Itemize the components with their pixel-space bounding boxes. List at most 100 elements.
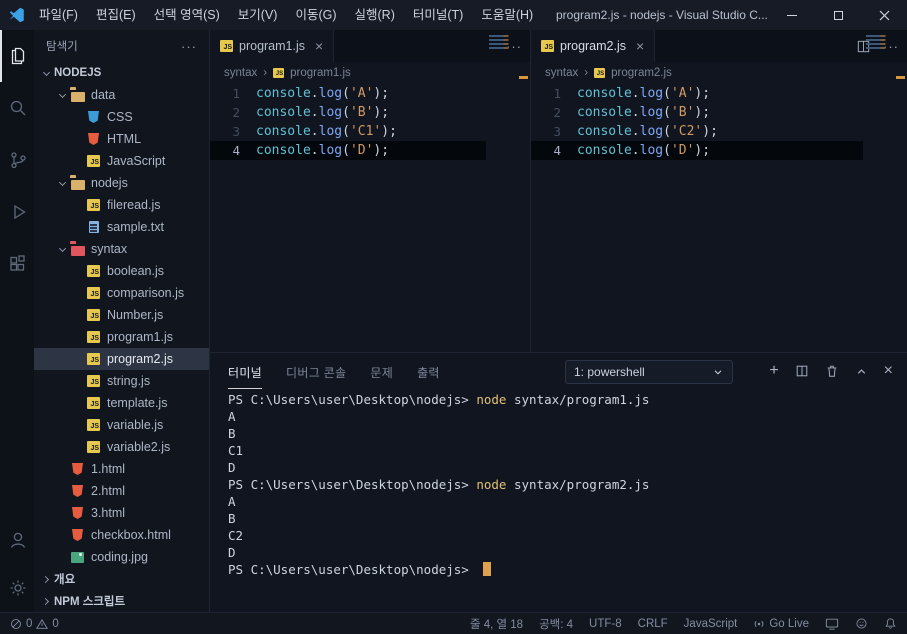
panel-tabs: 터미널 디버그 콘솔 문제 출력 bbox=[228, 354, 464, 389]
code-line[interactable]: 1 console. log('A'); bbox=[531, 84, 863, 103]
tree-item[interactable]: CSS bbox=[34, 106, 209, 128]
tree-item[interactable]: 3.html bbox=[34, 502, 209, 524]
minimize-button[interactable] bbox=[769, 0, 815, 30]
tree-item[interactable]: JS variable2.js bbox=[34, 436, 209, 458]
notifications-bell-icon[interactable] bbox=[884, 617, 897, 630]
tree-item[interactable]: NODEJS bbox=[34, 62, 209, 84]
code-line[interactable]: 3 console. log('C2'); bbox=[531, 122, 863, 141]
panel-tab[interactable]: 출력 bbox=[417, 354, 440, 389]
tab-close-icon[interactable]: × bbox=[636, 39, 644, 53]
panel-tab[interactable]: 디버그 콘솔 bbox=[286, 354, 346, 389]
eol-sequence[interactable]: CRLF bbox=[638, 618, 668, 630]
terminal-prompt: PS C:\Users\user\Desktop\nodejs> bbox=[228, 562, 477, 577]
maximize-panel-chevron-up-icon[interactable] bbox=[855, 365, 868, 378]
tree-item[interactable]: HTML bbox=[34, 128, 209, 150]
breadcrumb-folder[interactable]: syntax bbox=[545, 67, 578, 79]
token-object: console bbox=[577, 143, 632, 158]
menu-item[interactable]: 실행(R) bbox=[346, 0, 404, 30]
tree-item[interactable]: JS JavaScript bbox=[34, 150, 209, 172]
code-editor[interactable]: 1 console. log('A'); 2 console. log('B'); 3 con… bbox=[210, 84, 530, 352]
tab-program2[interactable]: JS program2.js × bbox=[531, 30, 656, 62]
menu-item[interactable]: 보기(V) bbox=[229, 0, 287, 30]
menu-item[interactable]: 이동(G) bbox=[286, 0, 345, 30]
problems-indicator[interactable]: 0 0 bbox=[10, 618, 59, 630]
close-button[interactable] bbox=[861, 0, 907, 30]
tree-item[interactable]: 개요 bbox=[34, 568, 209, 590]
account-icon[interactable] bbox=[0, 516, 34, 564]
terminal-panel: 터미널 디버그 콘솔 문제 출력 1: powershell + × PS C:\Us… bbox=[210, 352, 907, 612]
menu-item[interactable]: 파일(F) bbox=[30, 0, 87, 30]
code-line[interactable]: 3 console. log('C1'); bbox=[210, 122, 486, 141]
language-mode[interactable]: JavaScript bbox=[684, 618, 738, 630]
panel-tab[interactable]: 문제 bbox=[370, 354, 393, 389]
terminal-output[interactable]: PS C:\Users\user\Desktop\nodejs> node sy… bbox=[228, 391, 899, 608]
breadcrumb-file[interactable]: program2.js bbox=[611, 67, 672, 79]
go-live-button[interactable]: Go Live bbox=[753, 618, 809, 630]
tree-item[interactable]: JS boolean.js bbox=[34, 260, 209, 282]
breadcrumb[interactable]: syntax › JS program1.js bbox=[210, 62, 530, 84]
tree-item[interactable]: nodejs bbox=[34, 172, 209, 194]
code-line[interactable]: 2 console. log('B'); bbox=[210, 103, 486, 122]
code-line[interactable]: 2 console. log('B'); bbox=[531, 103, 863, 122]
cursor-position[interactable]: 줄 4, 열 18 bbox=[470, 616, 523, 632]
minimap[interactable] bbox=[866, 35, 892, 51]
tree-item[interactable]: JS comparison.js bbox=[34, 282, 209, 304]
tree-item[interactable]: JS fileread.js bbox=[34, 194, 209, 216]
encoding[interactable]: UTF-8 bbox=[589, 618, 622, 630]
tree-item[interactable]: 2.html bbox=[34, 480, 209, 502]
tree-item[interactable]: checkbox.html bbox=[34, 524, 209, 546]
kill-terminal-trash-icon[interactable] bbox=[825, 364, 839, 378]
code-line[interactable]: 1 console. log('A'); bbox=[210, 84, 486, 103]
menu-item[interactable]: 도움말(H) bbox=[472, 0, 542, 30]
editor-area: JS program1.js × ··· syntax › JS program… bbox=[210, 30, 907, 352]
extensions-icon[interactable] bbox=[0, 238, 34, 290]
tree-item[interactable]: syntax bbox=[34, 238, 209, 260]
close-panel-icon[interactable]: × bbox=[884, 363, 893, 379]
tree-item[interactable]: data bbox=[34, 84, 209, 106]
run-debug-icon[interactable] bbox=[0, 186, 34, 238]
tree-item-label: program1.js bbox=[107, 330, 173, 344]
split-terminal-icon[interactable] bbox=[795, 364, 809, 378]
code-line[interactable]: 4 console. log('D'); bbox=[531, 141, 863, 160]
tree-item[interactable]: JS program1.js bbox=[34, 326, 209, 348]
explorer-icon[interactable] bbox=[0, 30, 34, 82]
js-file-icon: JS bbox=[87, 397, 100, 409]
tab-program1[interactable]: JS program1.js × bbox=[210, 30, 335, 62]
breadcrumb[interactable]: syntax › JS program2.js bbox=[531, 62, 907, 84]
code-line[interactable]: 4 console. log('D'); bbox=[210, 141, 486, 160]
js-file-icon: JS bbox=[87, 375, 100, 387]
breadcrumb-file[interactable]: program1.js bbox=[290, 67, 351, 79]
sidebar-more-actions-icon[interactable]: ··· bbox=[181, 39, 197, 54]
indentation[interactable]: 공백: 4 bbox=[539, 616, 573, 632]
tree-item[interactable]: JS template.js bbox=[34, 392, 209, 414]
tree-item[interactable]: JS string.js bbox=[34, 370, 209, 392]
new-terminal-icon[interactable]: + bbox=[769, 363, 778, 379]
token-object: console bbox=[577, 86, 632, 101]
panel-tab[interactable]: 터미널 bbox=[228, 354, 263, 389]
menu-item[interactable]: 터미널(T) bbox=[404, 0, 472, 30]
screencast-icon[interactable] bbox=[825, 617, 839, 630]
maximize-button[interactable] bbox=[815, 0, 861, 30]
source-control-icon[interactable] bbox=[0, 134, 34, 186]
token-punct: . bbox=[631, 124, 640, 139]
tab-close-icon[interactable]: × bbox=[315, 39, 323, 53]
tree-item[interactable]: JS Number.js bbox=[34, 304, 209, 326]
tree-item[interactable]: JS program2.js bbox=[34, 348, 209, 370]
tree-item[interactable]: NPM 스크립트 bbox=[34, 590, 209, 612]
tree-item[interactable]: JS variable.js bbox=[34, 414, 209, 436]
menu-item[interactable]: 편집(E) bbox=[87, 0, 145, 30]
shell-selector[interactable]: 1: powershell bbox=[565, 360, 733, 384]
minimap[interactable] bbox=[489, 35, 515, 51]
tree-item[interactable]: 1.html bbox=[34, 458, 209, 480]
js-file-icon: JS bbox=[87, 419, 100, 431]
code-editor[interactable]: 1 console. log('A'); 2 console. log('B'); 3 con… bbox=[531, 84, 907, 352]
tree-item[interactable]: sample.txt bbox=[34, 216, 209, 238]
folder-icon bbox=[70, 245, 85, 256]
tree-item[interactable]: coding.jpg bbox=[34, 546, 209, 568]
settings-icon[interactable] bbox=[0, 564, 34, 612]
menu-item[interactable]: 선택 영역(S) bbox=[145, 0, 229, 30]
breadcrumb-folder[interactable]: syntax bbox=[224, 67, 257, 79]
feedback-icon[interactable] bbox=[855, 617, 868, 630]
chevron-down-icon bbox=[54, 244, 70, 252]
search-icon[interactable] bbox=[0, 82, 34, 134]
